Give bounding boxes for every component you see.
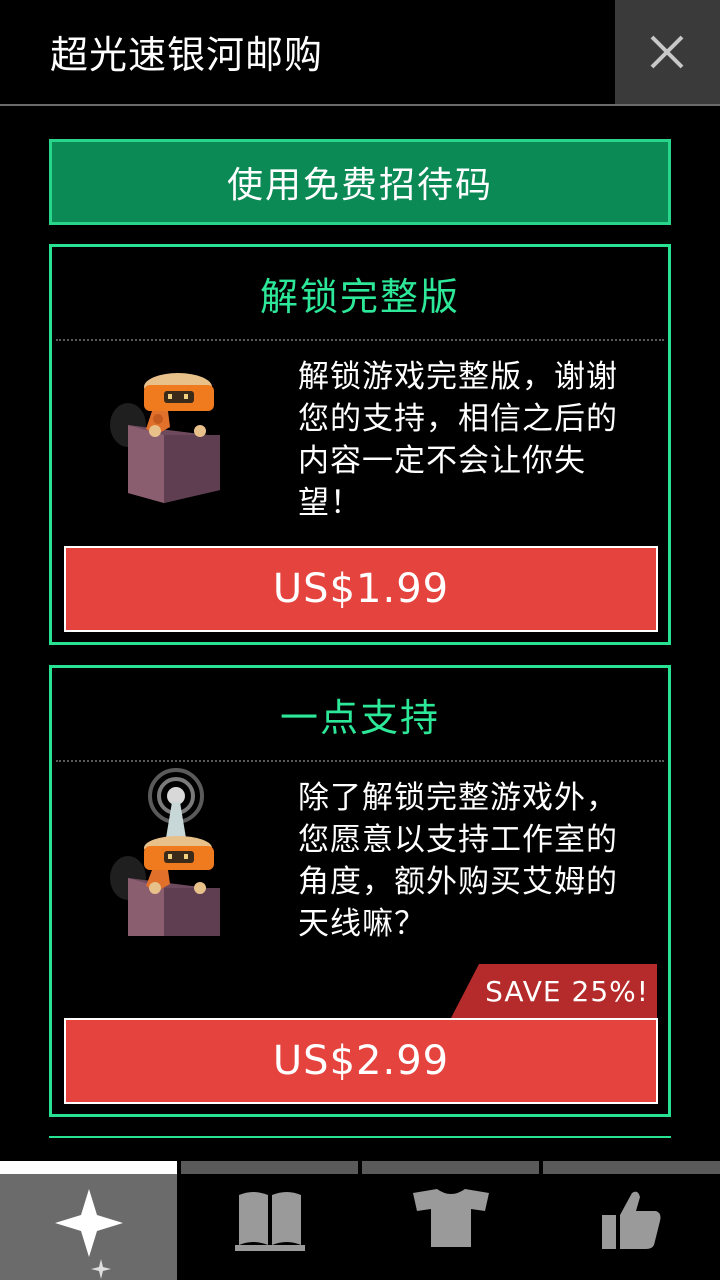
tab-outfits[interactable] — [362, 1161, 539, 1280]
buy-full-version-button[interactable]: US$1.99 — [64, 546, 658, 632]
shirt-icon — [412, 1189, 489, 1253]
divider — [56, 339, 664, 341]
tab-indicator — [181, 1161, 358, 1174]
tab-indicator — [362, 1161, 539, 1174]
save-badge: SAVE 25%! — [451, 964, 657, 1018]
tab-indicator — [543, 1161, 720, 1174]
offer-title: 解锁完整版 — [259, 274, 460, 319]
header: 超光速银河邮购 — [0, 0, 720, 106]
offer-card-support: 一点支持 除了解锁完整游戏外，您愿意以支持工作室的角度，额外购买艾姆的天线嘛？ … — [49, 665, 671, 1117]
page-title: 超光速银河邮购 — [50, 33, 324, 77]
sparkle-icon — [49, 1189, 129, 1280]
close-button[interactable] — [615, 0, 720, 104]
offer-description: 除了解锁完整游戏外，您愿意以支持工作室的角度，额外购买艾姆的天线嘛？ — [298, 780, 618, 942]
tab-bar — [0, 1161, 720, 1280]
tab-like[interactable] — [543, 1161, 720, 1280]
robot-in-box-icon — [108, 365, 228, 509]
robot-antenna-icon — [108, 768, 228, 947]
tab-indicator — [0, 1161, 177, 1174]
offer-description: 解锁游戏完整版，谢谢您的支持，相信之后的内容一定不会让你失望！ — [298, 359, 618, 521]
use-promo-code-button[interactable]: 使用免费招待码 — [49, 139, 671, 225]
tab-shop[interactable] — [0, 1161, 177, 1280]
tab-codex[interactable] — [181, 1161, 358, 1280]
thumbs-up-icon — [601, 1189, 662, 1255]
divider — [49, 1136, 671, 1138]
close-icon — [650, 35, 684, 69]
offer-title: 一点支持 — [279, 695, 440, 740]
buy-support-pack-button[interactable]: US$2.99 — [64, 1018, 658, 1104]
divider — [56, 760, 664, 762]
offer-card-full-version: 解锁完整版 解锁游戏完整版，谢谢您的支持，相信之后的内容一定不会让你失望！ US… — [49, 244, 671, 645]
book-icon — [234, 1189, 305, 1257]
